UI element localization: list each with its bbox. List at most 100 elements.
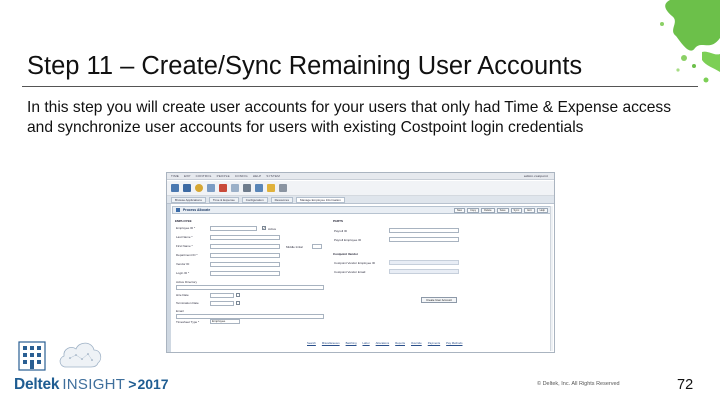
delete-icon[interactable] [219, 184, 227, 192]
title-divider [22, 86, 698, 87]
footer-link[interactable]: Batching [346, 341, 357, 345]
active-checkbox[interactable]: ✓ [262, 226, 266, 230]
field-label: Payroll Employee ID [334, 238, 362, 242]
help-icon[interactable] [195, 184, 203, 192]
app-toolbar [167, 181, 554, 196]
field-label: Timesheet Type * [176, 320, 200, 324]
login-id-input[interactable] [210, 271, 280, 276]
footer-link[interactable]: Labor [363, 341, 370, 345]
user-name[interactable]: admin.costpoint [524, 174, 548, 178]
payroll-employee-id-input[interactable] [389, 237, 459, 242]
app-tab-strip: Browse Applications Time & Expense Confi… [167, 196, 554, 204]
calendar-icon[interactable] [207, 184, 215, 192]
footer-link[interactable]: Allocations [376, 341, 390, 345]
field-label: Costpoint Vendor Employee ID [334, 261, 376, 265]
menu-item[interactable]: HELP [253, 174, 262, 178]
menu-item[interactable]: TIME [171, 174, 179, 178]
department-id-input[interactable] [210, 253, 280, 258]
field-label: Termination Date [176, 301, 199, 305]
timesheet-type-select[interactable]: Employee [210, 319, 240, 324]
vendor-id-input[interactable] [210, 262, 280, 267]
app-footer-links: Search Miscellaneous Batching Labor Allo… [307, 341, 462, 345]
field-label: Department ID * [176, 253, 198, 257]
body-text: In this step you will create user accoun… [27, 99, 671, 136]
panel-title: Process Allocate [183, 208, 211, 212]
field-label: Login ID * [176, 271, 190, 275]
copyright-text: © Deltek, Inc. All Rights Reserved [537, 381, 620, 387]
app-screenshot: TIME EXP CONTROL PEOPLE CONFIG HELP SYST… [166, 172, 555, 353]
grid-icon[interactable] [171, 184, 179, 192]
panel-header: Process Allocate New Copy Delete Save Sy… [172, 206, 552, 214]
field-label: First Name * [176, 244, 193, 248]
page-number: 72 [677, 377, 694, 393]
print-icon[interactable] [243, 184, 251, 192]
building-icon [18, 341, 46, 371]
help-button[interactable]: Help [536, 207, 548, 213]
brand-arrow: > [128, 376, 137, 392]
menu-item[interactable]: PEOPLE [217, 174, 230, 178]
save-button[interactable]: Save [496, 207, 509, 213]
new-button[interactable]: New [453, 207, 466, 213]
menu-item[interactable]: EXP [184, 174, 191, 178]
employee-id-input[interactable] [210, 226, 257, 231]
page-title: Step 11 – Create/Sync Remaining User Acc… [27, 52, 583, 80]
email-input[interactable] [176, 314, 324, 319]
copy-button[interactable]: Copy [467, 207, 480, 213]
vendor-employee-id-input[interactable] [389, 260, 459, 265]
cloud-icon [59, 342, 102, 368]
panel-icon [176, 208, 180, 212]
menu-item[interactable]: SYSTEM [266, 174, 280, 178]
field-label: Vendor ID [176, 262, 190, 266]
tab-browse-applications[interactable]: Browse Applications [171, 196, 206, 203]
vendor-email-input[interactable] [389, 269, 459, 274]
footer-link[interactable]: Payments [428, 341, 440, 345]
field-label: Active Directory [176, 280, 198, 284]
footer-link[interactable]: Override [411, 341, 422, 345]
field-label: Hire Date [176, 293, 189, 297]
active-directory-input[interactable] [176, 285, 324, 290]
create-user-account-button[interactable]: Create User Account [421, 297, 457, 303]
tab-resources[interactable]: Resources [270, 196, 293, 203]
people-icon[interactable] [255, 184, 263, 192]
footer-link[interactable]: Miscellaneous [322, 341, 340, 345]
first-name-input[interactable] [210, 244, 280, 249]
middle-initial-input[interactable] [312, 244, 322, 249]
breadcrumb[interactable]: Manage Employee Information [295, 196, 345, 203]
save-icon[interactable] [183, 184, 191, 192]
hire-date-input[interactable] [210, 293, 234, 298]
termination-date-input[interactable] [210, 301, 234, 306]
brand-insight: INSIGHT [62, 376, 126, 393]
tab-time-expense[interactable]: Time & Expense [208, 196, 239, 203]
section-parts: PARTS [333, 219, 343, 223]
payroll-id-input[interactable] [389, 228, 459, 233]
section-employee: EMPLOYEE [175, 219, 192, 223]
brand-year: 2017 [137, 376, 169, 392]
vertical-scrollbar[interactable] [550, 206, 553, 351]
footer-link[interactable]: Pay Methods [446, 341, 462, 345]
last-name-input[interactable] [210, 235, 280, 240]
delete-button[interactable]: Delete [481, 207, 495, 213]
app-menu-bar: TIME EXP CONTROL PEOPLE CONFIG HELP SYST… [167, 173, 554, 180]
green-splash-graphic [660, 0, 720, 83]
calendar-icon[interactable] [236, 301, 240, 305]
exit-button[interactable]: Exit [524, 207, 535, 213]
menu-item[interactable]: CONFIG [235, 174, 248, 178]
calendar-icon[interactable] [236, 293, 240, 297]
field-label: Middle Initial [286, 245, 303, 249]
footer-link[interactable]: Search [307, 341, 316, 345]
settings-icon[interactable] [279, 184, 287, 192]
active-label: Active [268, 227, 277, 231]
brand-deltek: Deltek [14, 376, 60, 393]
document-icon[interactable] [231, 184, 239, 192]
field-label: Costpoint Vendor Email [334, 270, 366, 274]
app-sidebar[interactable] [167, 204, 171, 352]
sync-button[interactable]: Sync [510, 207, 523, 213]
menu-item[interactable]: CONTROL [196, 174, 212, 178]
warning-icon[interactable] [267, 184, 275, 192]
deltek-insight-logo: Deltek INSIGHT > 2017 [14, 376, 169, 394]
tab-configuration[interactable]: Configuration [241, 196, 268, 203]
footer-link[interactable]: Reports [395, 341, 405, 345]
field-label: Payroll ID [334, 229, 348, 233]
section-costpoint-vendor: Costpoint Vendor [333, 252, 358, 256]
field-label: Employee ID * [176, 226, 196, 230]
